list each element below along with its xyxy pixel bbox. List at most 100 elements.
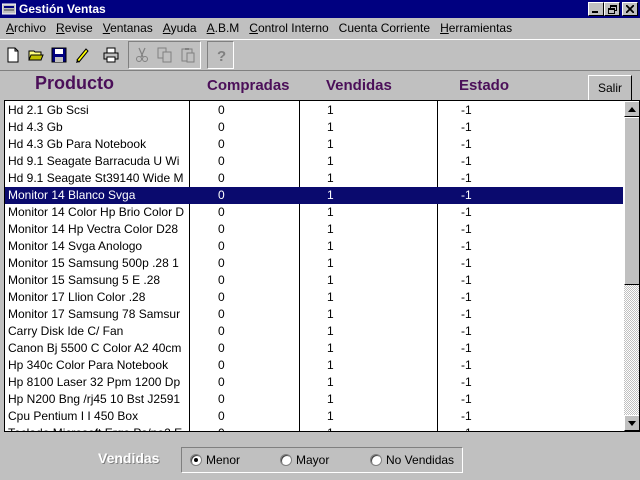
menu-control-interno[interactable]: Control Interno	[244, 19, 333, 37]
clipboard-group	[128, 41, 201, 69]
menu-bar: Archivo Revise Ventanas Ayuda A.B.M Control I…	[0, 18, 640, 38]
cell-compradas: 0	[218, 358, 225, 372]
menu-revise[interactable]: Revise	[51, 19, 98, 37]
edit-pencil-icon[interactable]	[70, 43, 93, 67]
table-row[interactable]: Monitor 14 Hp Vectra Color D28 0 1 -1	[5, 221, 623, 238]
restore-icon[interactable]	[604, 2, 620, 16]
table-row[interactable]: Cpu Pentium I I 450 Box 0 1 -1	[5, 408, 623, 425]
products-grid[interactable]: Hd 2.1 Gb Scsi 0 1 -1 Hd 4.3 Gb 0 1 -1 Hd 4.3 Gb…	[4, 100, 640, 432]
cell-vendidas: 1	[327, 205, 334, 219]
cell-producto: Canon Bj 5500 C Color A2 40cm	[8, 341, 182, 355]
cell-producto: Carry Disk Ide C/ Fan	[8, 324, 124, 338]
cell-producto: Hp 8100 Laser 32 Ppm 1200 Dp	[8, 375, 181, 389]
table-row[interactable]: Monitor 14 Blanco Svga 0 1 -1	[5, 187, 623, 204]
radio-menor[interactable]: Menor	[190, 453, 240, 467]
open-folder-icon[interactable]	[24, 43, 47, 67]
cell-vendidas: 1	[327, 375, 334, 389]
table-row[interactable]: Monitor 17 Samsung 78 Samsur 0 1 -1	[5, 306, 623, 323]
save-icon[interactable]	[47, 43, 70, 67]
cell-producto: Hp 340c Color Para Notebook	[8, 358, 169, 372]
svg-text:?: ?	[217, 48, 226, 63]
cell-estado: -1	[461, 256, 472, 270]
vertical-scrollbar[interactable]	[624, 101, 639, 431]
cell-compradas: 0	[218, 409, 225, 423]
menu-ayuda[interactable]: Ayuda	[158, 19, 202, 37]
radio-label-menor: Menor	[206, 453, 241, 467]
cell-vendidas: 1	[327, 137, 334, 151]
table-row[interactable]: Monitor 14 Color Hp Brio Color D 0 1 -1	[5, 204, 623, 221]
cell-producto: Monitor 15 Samsung 5 E .28	[8, 273, 161, 287]
radio-no-vendidas[interactable]: No Vendidas	[370, 453, 454, 467]
filter-radio-group: Menor Mayor No Vendidas	[181, 447, 463, 473]
cell-vendidas: 1	[327, 425, 347, 431]
cell-compradas: 0	[218, 324, 225, 338]
copy-icon[interactable]	[153, 43, 176, 67]
cell-compradas: 0	[218, 307, 225, 321]
cell-compradas: 0	[218, 205, 225, 219]
menu-cuenta-corriente[interactable]: Cuenta Corriente	[334, 19, 435, 37]
cell-compradas: 0	[218, 290, 225, 304]
window-title: Gestión Ventas	[19, 2, 106, 16]
table-row[interactable]: Monitor 15 Samsung 500p .28 1 0 1 -1	[5, 255, 623, 272]
cell-vendidas: 1	[327, 154, 334, 168]
cell-compradas: 0	[218, 188, 225, 202]
cell-estado: -1	[461, 205, 472, 219]
toolbar: ?	[0, 39, 640, 71]
radio-dot-no-vendidas[interactable]	[370, 454, 382, 466]
table-row[interactable]: Monitor 14 Svga Anologo 0 1 -1	[5, 238, 623, 255]
table-row[interactable]: Monitor 17 Llion Color .28 0 1 -1	[5, 289, 623, 306]
table-row[interactable]: Carry Disk Ide C/ Fan 0 1 -1	[5, 323, 623, 340]
menu-archivo[interactable]: Archivo	[1, 19, 51, 37]
scroll-down-icon[interactable]	[624, 415, 639, 431]
radio-dot-mayor[interactable]	[280, 454, 292, 466]
table-header: Producto Compradas Vendidas Estado	[0, 72, 640, 100]
cell-compradas: 0	[218, 154, 225, 168]
cell-vendidas: 1	[327, 307, 334, 321]
cell-producto: Hp N200 Bng /rj45 10 Bst J2591	[8, 392, 181, 406]
table-row[interactable]: Hd 2.1 Gb Scsi 0 1 -1	[5, 102, 623, 119]
help-group: ?	[207, 41, 234, 69]
salir-button[interactable]: Salir	[588, 75, 632, 101]
cell-producto: Hd 2.1 Gb Scsi	[8, 103, 89, 117]
radio-mayor[interactable]: Mayor	[280, 453, 329, 467]
close-icon[interactable]	[622, 2, 638, 16]
cell-producto: Teclado Microsoft Ergo Ps/no2 E	[8, 425, 189, 431]
cell-producto: Monitor 14 Blanco Svga	[8, 188, 136, 202]
table-row[interactable]: Hp N200 Bng /rj45 10 Bst J2591 0 1 -1	[5, 391, 623, 408]
cell-producto: Monitor 14 Color Hp Brio Color D	[8, 205, 185, 219]
table-row[interactable]: Hd 9.1 Seagate St39140 Wide M 0 1 -1	[5, 170, 623, 187]
table-row[interactable]: Canon Bj 5500 C Color A2 40cm 0 1 -1	[5, 340, 623, 357]
print-icon[interactable]	[99, 43, 122, 67]
cell-estado: -1	[461, 222, 472, 236]
cell-estado: -1	[461, 425, 491, 431]
cell-estado: -1	[461, 409, 472, 423]
table-row[interactable]: Hp 8100 Laser 32 Ppm 1200 Dp 0 1 -1	[5, 374, 623, 391]
cell-vendidas: 1	[327, 358, 334, 372]
cell-compradas: 0	[218, 137, 225, 151]
cell-vendidas: 1	[327, 239, 334, 253]
cell-compradas: 0	[218, 273, 225, 287]
menu-ventanas[interactable]: Ventanas	[98, 19, 158, 37]
cell-vendidas: 1	[327, 409, 334, 423]
scroll-up-icon[interactable]	[624, 101, 639, 117]
new-file-icon[interactable]	[1, 43, 24, 67]
table-row[interactable]: Hd 4.3 Gb Para Notebook 0 1 -1	[5, 136, 623, 153]
table-row[interactable]: Monitor 15 Samsung 5 E .28 0 1 -1	[5, 272, 623, 289]
minimize-icon[interactable]	[588, 2, 604, 16]
table-row[interactable]: Hd 4.3 Gb 0 1 -1	[5, 119, 623, 136]
cell-vendidas: 1	[327, 222, 334, 236]
help-icon[interactable]: ?	[209, 43, 232, 67]
cell-compradas: 0	[218, 103, 225, 117]
cell-compradas: 0	[218, 341, 225, 355]
cell-estado: -1	[461, 290, 472, 304]
menu-herramientas[interactable]: Herramientas	[435, 19, 517, 37]
table-row[interactable]: Hp 340c Color Para Notebook 0 1 -1	[5, 357, 623, 374]
table-row[interactable]: Hd 9.1 Seagate Barracuda U Wi 0 1 -1	[5, 153, 623, 170]
table-row[interactable]: Teclado Microsoft Ergo Ps/no2 E 0 1 -1	[5, 425, 623, 431]
scroll-thumb[interactable]	[624, 117, 639, 285]
cell-producto: Hd 9.1 Seagate Barracuda U Wi	[8, 154, 180, 168]
cut-icon[interactable]	[130, 43, 153, 67]
menu-a-b-m[interactable]: A.B.M	[202, 19, 245, 37]
radio-dot-menor[interactable]	[190, 454, 202, 466]
paste-icon[interactable]	[176, 43, 199, 67]
